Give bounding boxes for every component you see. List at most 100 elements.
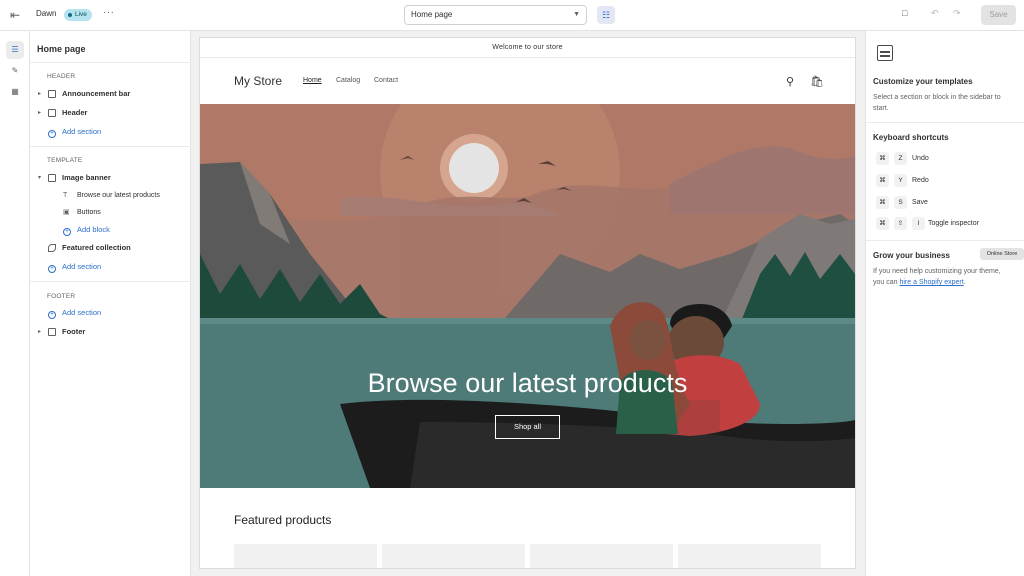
- grow-text: If you need help customizing your theme,…: [873, 266, 1005, 288]
- chevron-down-icon: ▼: [573, 11, 580, 18]
- sidebar-item-announcement-bar[interactable]: ▸ Announcement bar: [38, 87, 188, 101]
- image-section-icon: [48, 174, 56, 182]
- more-actions-icon[interactable]: ···: [103, 7, 115, 18]
- add-section-footer-button[interactable]: + Add section: [48, 306, 101, 320]
- chevron-down-icon: ▾: [38, 175, 42, 181]
- template-icon: [877, 45, 893, 61]
- shortcut-redo-label: Redo: [912, 177, 929, 184]
- page-select-value: Home page: [411, 10, 453, 19]
- block-label: Browse our latest products: [77, 192, 160, 199]
- nav-home[interactable]: Home: [303, 77, 322, 84]
- sidebar-title: Home page: [37, 44, 86, 54]
- divider: [30, 146, 191, 147]
- right-panel: Customize your templates Select a sectio…: [865, 31, 1024, 576]
- plus-circle-icon: +: [48, 130, 56, 138]
- store-preview: Welcome to our store My Store Home Catal…: [200, 38, 855, 568]
- i-key: I: [912, 217, 925, 230]
- device-preview-icon[interactable]: □: [902, 8, 907, 18]
- chevron-right-icon: ▸: [38, 329, 42, 335]
- section-icon: [48, 90, 56, 98]
- undo-icon[interactable]: ↶: [931, 8, 939, 19]
- sections-sidebar: Home page HEADER ▸ Announcement bar ▸ He…: [30, 31, 191, 576]
- shortcuts-title: Keyboard shortcuts: [873, 133, 949, 142]
- sidebar-item-footer[interactable]: ▸ Footer: [38, 325, 188, 339]
- nav-catalog[interactable]: Catalog: [336, 77, 360, 84]
- product-card[interactable]: [678, 544, 821, 568]
- shortcut-toggle-inspector-label: Toggle inspector: [928, 220, 979, 227]
- redo-icon[interactable]: ↷: [953, 8, 961, 19]
- app-embeds-icon[interactable]: ▦: [6, 83, 24, 101]
- y-key: Y: [894, 174, 907, 187]
- store-logo[interactable]: My Store: [234, 74, 282, 88]
- customize-title: Customize your templates: [873, 77, 973, 86]
- z-key: Z: [894, 152, 907, 165]
- sections-icon[interactable]: ☰: [6, 41, 24, 59]
- group-template-label: TEMPLATE: [47, 157, 83, 164]
- nav-contact[interactable]: Contact: [374, 77, 398, 84]
- sidebar-item-header[interactable]: ▸ Header: [38, 106, 188, 120]
- group-header-label: HEADER: [47, 73, 76, 80]
- button-icon: ▣: [63, 209, 70, 216]
- product-card[interactable]: [234, 544, 377, 568]
- customize-text: Select a section or block in the sidebar…: [873, 94, 1001, 112]
- divider: [30, 62, 191, 63]
- hero-title: Browse our latest products: [367, 368, 688, 398]
- featured-products-title: Featured products: [234, 513, 332, 527]
- search-icon[interactable]: ⚲: [786, 75, 794, 88]
- left-rail: ☰ ✎ ▦: [0, 31, 30, 576]
- sidebar-item-label: Announcement bar: [62, 89, 131, 98]
- add-section-label: Add section: [62, 308, 102, 317]
- plus-circle-icon: +: [63, 228, 71, 236]
- section-icon: [48, 328, 56, 336]
- tag-icon: [48, 244, 56, 252]
- shop-all-button[interactable]: Shop all: [495, 415, 560, 439]
- plus-circle-icon: +: [48, 265, 56, 273]
- text-icon: T: [63, 192, 68, 199]
- plus-circle-icon: +: [48, 311, 56, 319]
- sidebar-item-featured-collection[interactable]: Featured collection: [38, 241, 188, 255]
- inspector-toggle-icon[interactable]: ☷: [597, 6, 615, 24]
- theme-settings-brush-icon[interactable]: ✎: [6, 62, 24, 80]
- add-block-label: Add block: [77, 225, 110, 234]
- cmd-key-icon: ⌘: [876, 196, 889, 209]
- cmd-key-icon: ⌘: [876, 174, 889, 187]
- add-section-header-button[interactable]: + Add section: [48, 125, 101, 139]
- top-bar: ⇤ Dawn Live ··· Home page ▼ ☷ □ ↶ ↷ Save: [0, 0, 1024, 31]
- grow-title: Grow your business: [873, 251, 950, 260]
- shortcut-undo-label: Undo: [912, 155, 929, 162]
- save-button[interactable]: Save: [981, 5, 1016, 25]
- add-block-button[interactable]: + Add block: [63, 223, 110, 237]
- grow-text-end: .: [963, 279, 966, 286]
- page-select[interactable]: Home page ▼: [404, 5, 587, 25]
- live-status-badge: Live: [64, 8, 92, 21]
- image-banner[interactable]: Browse our latest products Shop all: [200, 104, 855, 488]
- exit-icon[interactable]: ⇤: [8, 8, 22, 22]
- add-section-label: Add section: [62, 127, 102, 136]
- product-card[interactable]: [530, 544, 673, 568]
- chevron-right-icon: ▸: [38, 91, 42, 97]
- divider: [866, 240, 1024, 241]
- hire-expert-link[interactable]: hire a Shopify expert: [899, 279, 963, 286]
- s-key: S: [894, 196, 907, 209]
- sidebar-item-label: Featured collection: [62, 243, 131, 252]
- divider: [30, 281, 191, 282]
- cart-icon[interactable]: 🛍: [810, 75, 824, 88]
- sidebar-item-label: Footer: [62, 327, 86, 336]
- chevron-right-icon: ▸: [38, 110, 42, 116]
- cmd-key-icon: ⌘: [876, 217, 889, 230]
- sidebar-item-label: Image banner: [62, 173, 111, 182]
- section-icon: [48, 109, 56, 117]
- add-section-template-button[interactable]: + Add section: [48, 260, 101, 274]
- add-section-label: Add section: [62, 262, 102, 271]
- shift-key-icon: ⇧: [894, 217, 907, 230]
- divider: [866, 122, 1024, 123]
- online-store-tooltip: Online Store: [980, 248, 1024, 260]
- block-label: Buttons: [77, 209, 101, 216]
- product-card[interactable]: [382, 544, 525, 568]
- sidebar-item-image-banner[interactable]: ▾ Image banner: [38, 171, 188, 185]
- shortcut-save-label: Save: [912, 199, 928, 206]
- theme-name: Dawn: [36, 9, 57, 18]
- cmd-key-icon: ⌘: [876, 152, 889, 165]
- announcement-bar[interactable]: Welcome to our store: [200, 38, 855, 58]
- group-footer-label: FOOTER: [47, 293, 76, 300]
